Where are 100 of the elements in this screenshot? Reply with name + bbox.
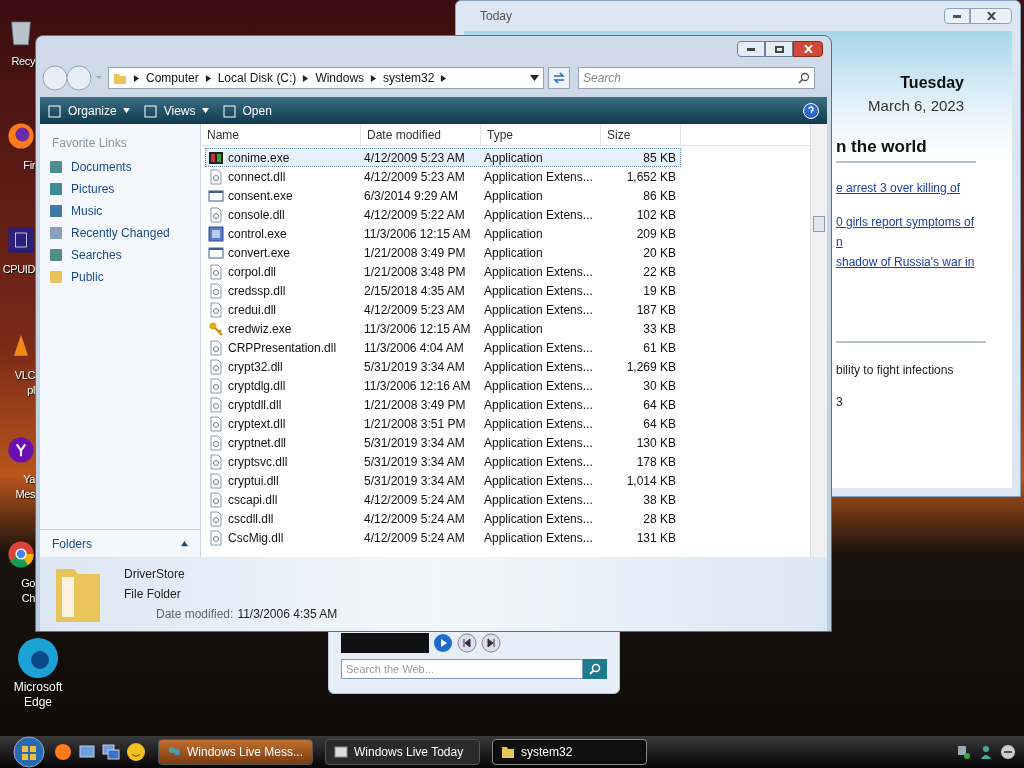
favorite-link[interactable]: Documents <box>40 156 200 178</box>
news-link[interactable]: n <box>836 233 843 251</box>
file-row[interactable]: cscapi.dll 4/12/2009 5:24 AM Application Extens... 38 KB <box>205 490 681 509</box>
desktop-icon-label[interactable]: Recy <box>11 54 35 69</box>
smiley-icon[interactable] <box>126 742 146 762</box>
date-cell-text: 11/3/2006 12:16 AM <box>363 377 472 395</box>
size-cell-text: 22 KB <box>642 263 676 281</box>
play-icon[interactable] <box>433 633 453 653</box>
desktop-icon-label[interactable]: VLC <box>14 368 35 383</box>
vertical-scrollbar[interactable] <box>810 124 827 557</box>
file-row[interactable]: consent.exe 6/3/2014 9:29 AM Application 86 KB <box>205 186 681 205</box>
file-row[interactable]: crypt32.dll 5/31/2019 3:34 AM Application Extens... 1,269 KB <box>205 357 681 376</box>
file-row[interactable]: corpol.dll 1/21/2008 3:48 PM Application Extens... 22 KB <box>205 262 681 281</box>
desktop-icon-label[interactable]: Go <box>21 576 35 591</box>
status-icon[interactable] <box>1000 744 1016 760</box>
desktop-icon-label[interactable]: Ya <box>23 472 35 487</box>
close-button[interactable] <box>793 41 823 57</box>
next-icon[interactable] <box>481 633 501 653</box>
date-cell-text: 1/21/2008 3:49 PM <box>363 244 467 262</box>
breadcrumb-item[interactable]: system32 <box>383 69 435 87</box>
favorite-link[interactable]: Pictures <box>40 178 200 200</box>
favorite-link[interactable]: Recently Changed <box>40 222 200 244</box>
gear-file-icon <box>208 510 224 527</box>
taskbar-button[interactable]: Windows Live Today <box>325 739 480 765</box>
favorite-link[interactable]: Searches <box>40 244 200 266</box>
caret-icon <box>201 107 209 114</box>
news-link[interactable]: 0 girls report symptoms of <box>836 213 975 231</box>
item-type: File Folder <box>124 586 182 603</box>
gear-file-icon <box>208 339 224 356</box>
taskbar-button[interactable]: system32 <box>492 739 647 765</box>
file-row[interactable]: credui.dll 4/12/2009 5:23 AM Application Extens... 187 KB <box>205 300 681 319</box>
previous-icon[interactable] <box>457 633 477 653</box>
desktop-icon[interactable] <box>78 743 96 761</box>
file-row[interactable]: cryptnet.dll 5/31/2019 3:34 AM Application Extens... 130 KB <box>205 433 681 452</box>
toolbar-button[interactable]: Organize <box>48 101 130 120</box>
file-row[interactable]: cryptdlg.dll 11/3/2006 12:16 AM Application Extens... 30 KB <box>205 376 681 395</box>
search-field[interactable]: Search <box>578 67 815 89</box>
news-link[interactable]: e arrest 3 over killing of <box>836 179 961 197</box>
file-row[interactable]: credwiz.exe 11/3/2006 12:15 AM Application 33 KB <box>205 319 681 338</box>
type-cell-text: Application Extens... <box>483 263 594 281</box>
gear-file-icon <box>208 206 224 223</box>
start-button[interactable] <box>10 736 48 768</box>
file-row[interactable]: CscMig.dll 4/12/2009 5:24 AM Application Extens... 131 KB <box>205 528 681 547</box>
file-row[interactable]: convert.exe 1/21/2008 3:49 PM Application 20 KB <box>205 243 681 262</box>
refresh-button[interactable] <box>548 67 570 89</box>
windows-icon[interactable] <box>102 743 120 761</box>
breadcrumb-item[interactable]: Local Disk (C:) <box>217 69 297 87</box>
dropdown-icon[interactable] <box>530 75 539 81</box>
desktop-icon-label[interactable]: Ch <box>21 591 35 606</box>
favorite-link[interactable]: Public <box>40 266 200 288</box>
file-row[interactable]: connect.dll 4/12/2009 5:23 AM Application Extens... 1,652 KB <box>205 167 681 186</box>
file-row[interactable]: conime.exe 4/12/2009 5:23 AM Application 85 KB <box>205 148 681 167</box>
file-row[interactable]: credssp.dll 2/15/2018 4:35 AM Application Extens... 19 KB <box>205 281 681 300</box>
close-button[interactable] <box>970 8 1012 24</box>
network-icon[interactable] <box>956 744 972 760</box>
web-search-field[interactable]: Search the Web... <box>341 659 583 679</box>
file-row[interactable]: CRPPresentation.dll 11/3/2006 4:04 AM Application Extens... 61 KB <box>205 338 681 357</box>
breadcrumb-item[interactable]: Windows <box>315 69 365 87</box>
file-name: console.dll <box>228 206 285 224</box>
search-button[interactable] <box>583 659 607 679</box>
desktop-icon-label[interactable]: Fir <box>23 158 35 173</box>
file-row[interactable]: cryptui.dll 5/31/2019 3:34 AM Application Extens... 1,014 KB <box>205 471 681 490</box>
file-row[interactable]: cryptdll.dll 1/21/2008 3:49 PM Application Extens... 64 KB <box>205 395 681 414</box>
size-cell-text: 64 KB <box>642 415 676 433</box>
address-bar[interactable]: Computer Local Disk (C:) Windows system32 <box>108 67 544 89</box>
gear-file-icon <box>208 472 224 489</box>
desktop-icon-label[interactable]: Edge <box>24 695 52 710</box>
column-header[interactable]: Type <box>481 124 601 145</box>
file-row[interactable]: console.dll 4/12/2009 5:22 AM Application Extens... 102 KB <box>205 205 681 224</box>
people-icon[interactable] <box>978 744 994 760</box>
file-row[interactable]: cscdll.dll 4/12/2009 5:24 AM Application Extens... 28 KB <box>205 509 681 528</box>
file-row[interactable]: cryptext.dll 1/21/2008 3:51 PM Application Extens... 64 KB <box>205 414 681 433</box>
desktop-icon-label[interactable]: pl <box>27 383 35 398</box>
desktop-icon-label[interactable]: CPUID <box>2 262 35 277</box>
type-cell-text: Application Extens... <box>483 453 594 471</box>
taskbar-button[interactable]: Windows Live Mess... <box>158 739 313 765</box>
minimize-button[interactable] <box>944 8 970 24</box>
date-cell-text: 2/15/2018 4:35 AM <box>363 282 466 300</box>
file-row[interactable]: control.exe 11/3/2006 12:15 AM Application 209 KB <box>205 224 681 243</box>
file-name: convert.exe <box>228 244 291 262</box>
toolbar-button[interactable]: Open <box>222 101 272 120</box>
minimize-button[interactable] <box>737 41 765 57</box>
file-name: corpol.dll <box>228 263 277 281</box>
type-cell-text: Application <box>483 244 544 262</box>
size-cell-text: 20 KB <box>642 244 676 262</box>
column-header[interactable]: Size <box>601 124 681 145</box>
column-header[interactable]: Date modified <box>361 124 481 145</box>
breadcrumb-item[interactable]: Computer <box>146 69 199 87</box>
help-icon[interactable] <box>803 102 819 119</box>
maximize-button[interactable] <box>765 41 793 57</box>
favorite-link[interactable]: Music <box>40 200 200 222</box>
desktop-icon-label[interactable]: Microsoft <box>13 680 63 695</box>
column-header[interactable]: Name <box>201 124 361 145</box>
desktop-icon-label[interactable]: Mes <box>15 487 35 502</box>
browser-icon[interactable] <box>54 743 72 761</box>
type-cell-text: Application Extens... <box>483 529 594 547</box>
library-icon <box>48 159 64 175</box>
file-row[interactable]: cryptsvc.dll 5/31/2019 3:34 AM Application Extens... 178 KB <box>205 452 681 471</box>
news-link[interactable]: shadow of Russia's war in <box>836 253 975 271</box>
toolbar-button[interactable]: Views <box>143 101 209 120</box>
